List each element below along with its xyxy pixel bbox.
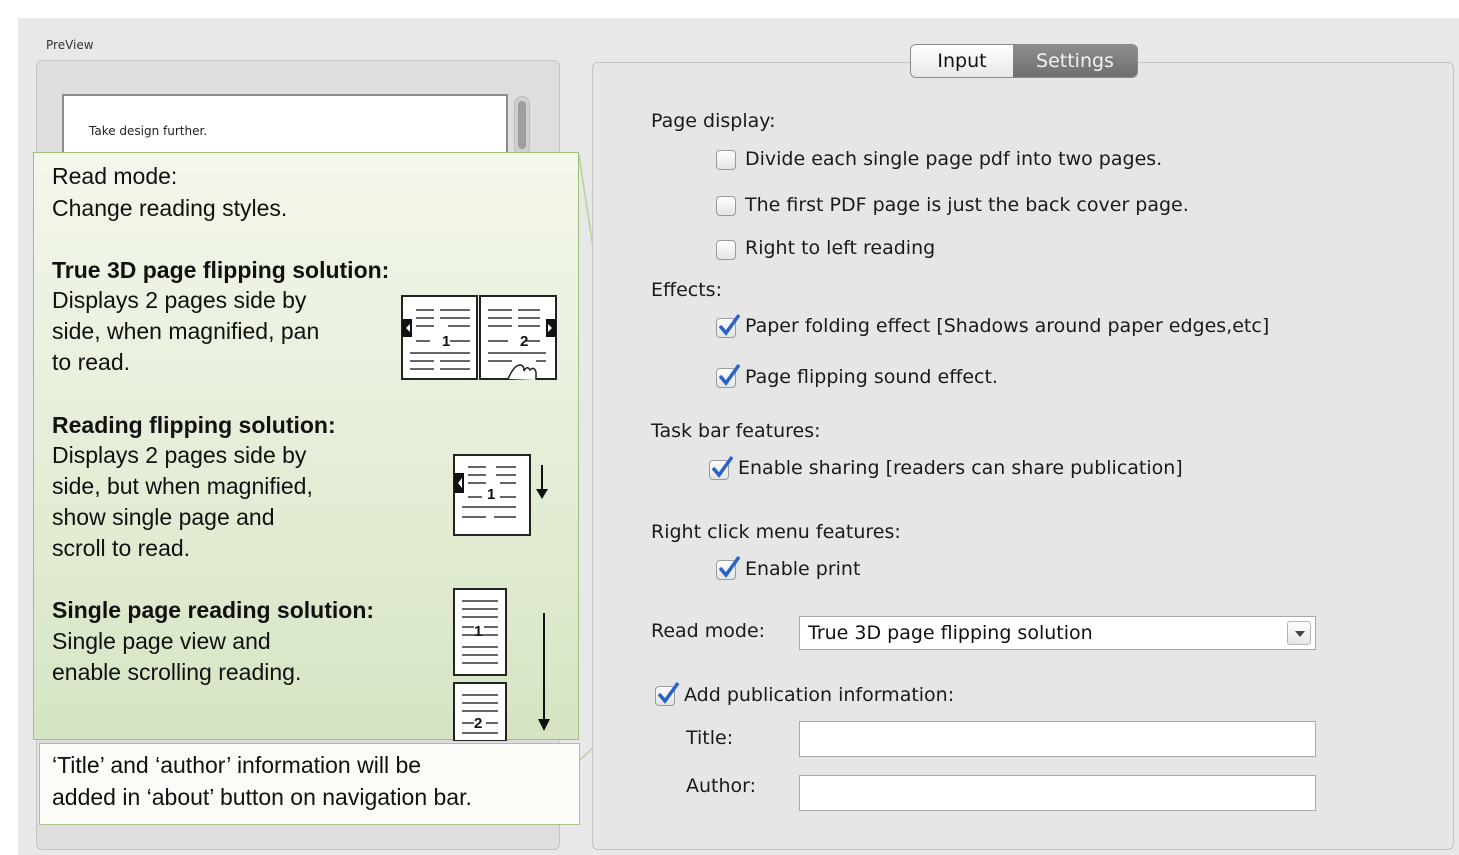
preview-label: PreView bbox=[46, 38, 94, 52]
enable-print-label: Enable print bbox=[745, 558, 861, 580]
flip-sound-checkbox[interactable] bbox=[716, 363, 741, 388]
checkmark-icon bbox=[657, 681, 680, 704]
reading-text: show single page and bbox=[52, 504, 275, 530]
publication-callout-text: added in ‘about’ button on navigation ba… bbox=[52, 784, 472, 810]
divide-pages-label: Divide each single page pdf into two pag… bbox=[745, 148, 1163, 170]
read-mode-callout: Read mode: Change reading styles. True 3… bbox=[33, 152, 579, 741]
publication-info-callout: ‘Title’ and ‘author’ information will be… bbox=[39, 743, 580, 825]
reading-text: Displays 2 pages side by bbox=[52, 442, 307, 468]
right-to-left-checkbox[interactable] bbox=[716, 240, 736, 260]
preview-scrollbar[interactable] bbox=[514, 96, 530, 156]
chevron-down-icon[interactable] bbox=[1287, 621, 1311, 645]
true3d-text: to read. bbox=[52, 349, 130, 375]
callout-intro-title: Read mode: bbox=[52, 163, 178, 189]
page-number-label: 2 bbox=[520, 333, 529, 350]
page-number-label: 1 bbox=[487, 486, 496, 503]
author-field[interactable] bbox=[799, 775, 1316, 811]
single-text: Single page view and bbox=[52, 628, 271, 654]
true3d-text: Displays 2 pages side by bbox=[52, 287, 307, 313]
flip-sound-label: Page flipping sound effect. bbox=[745, 366, 998, 388]
read-mode-value: True 3D page flipping solution bbox=[808, 622, 1093, 644]
divide-pages-checkbox[interactable] bbox=[716, 150, 736, 170]
reading-text: scroll to read. bbox=[52, 535, 191, 561]
checkmark-icon bbox=[711, 455, 734, 478]
effects-label: Effects: bbox=[651, 279, 722, 301]
page-display-label: Page display: bbox=[651, 110, 776, 132]
checkmark-icon bbox=[718, 555, 741, 578]
two-page-book-icon bbox=[401, 295, 557, 380]
reading-text: side, but when magnified, bbox=[52, 473, 313, 499]
tab-settings[interactable]: Settings bbox=[1013, 45, 1137, 77]
back-cover-label: The first PDF page is just the back cove… bbox=[745, 194, 1189, 216]
title-field[interactable] bbox=[799, 721, 1316, 757]
single-text: enable scrolling reading. bbox=[52, 659, 302, 685]
true3d-heading: True 3D page flipping solution: bbox=[52, 257, 390, 283]
single-heading: Single page reading solution: bbox=[52, 597, 375, 623]
tab-input[interactable]: Input bbox=[911, 45, 1013, 77]
back-cover-checkbox[interactable] bbox=[716, 196, 736, 216]
paper-folding-label: Paper folding effect [Shadows around pap… bbox=[745, 315, 1270, 337]
enable-print-checkbox[interactable] bbox=[716, 555, 741, 580]
right-click-label: Right click menu features: bbox=[651, 521, 901, 543]
callout-intro-text: Change reading styles. bbox=[52, 195, 288, 221]
page-number-label: 1 bbox=[474, 623, 483, 640]
tab-bar: Input Settings bbox=[910, 44, 1138, 78]
checkmark-icon bbox=[718, 313, 741, 336]
enable-sharing-label: Enable sharing [readers can share public… bbox=[738, 457, 1183, 479]
true3d-text: side, when magnified, pan bbox=[52, 318, 320, 344]
stacked-pages-icon bbox=[453, 588, 550, 741]
page-number-label: 1 bbox=[442, 333, 451, 350]
preview-page-text: Take design further. bbox=[89, 124, 208, 138]
paper-folding-checkbox[interactable] bbox=[716, 313, 741, 338]
add-publication-label: Add publication information: bbox=[684, 684, 955, 706]
author-label: Author: bbox=[686, 775, 757, 797]
enable-sharing-checkbox[interactable] bbox=[709, 455, 734, 480]
read-mode-label: Read mode: bbox=[651, 620, 766, 642]
publication-callout-text: ‘Title’ and ‘author’ information will be bbox=[52, 752, 422, 778]
checkmark-icon bbox=[718, 363, 741, 386]
reading-heading: Reading flipping solution: bbox=[52, 412, 336, 438]
read-mode-select[interactable]: True 3D page flipping solution bbox=[799, 616, 1316, 650]
task-bar-label: Task bar features: bbox=[651, 420, 821, 442]
page-number-label: 2 bbox=[474, 715, 483, 732]
add-publication-checkbox[interactable] bbox=[655, 681, 680, 706]
title-label: Title: bbox=[686, 727, 734, 749]
preview-scrollbar-thumb[interactable] bbox=[518, 101, 526, 149]
right-to-left-label: Right to left reading bbox=[745, 237, 936, 259]
page-scroll-icon bbox=[453, 454, 548, 536]
